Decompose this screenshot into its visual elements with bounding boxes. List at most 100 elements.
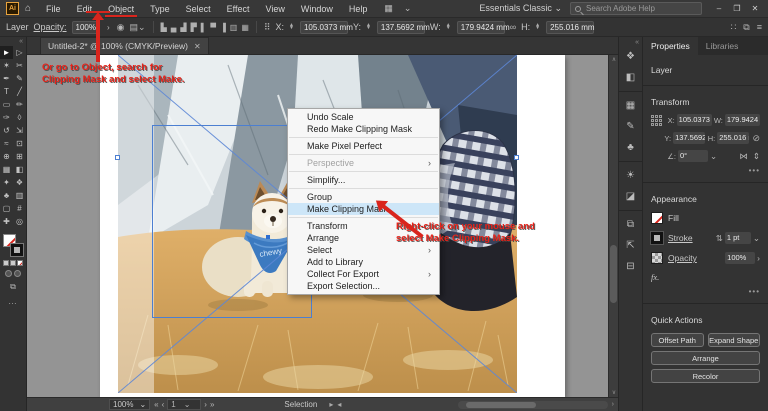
collapse-tools-icon[interactable]: « [16,37,26,46]
tab-libraries[interactable]: Libraries [698,37,747,55]
ctx-add-to-library[interactable]: Add to Library [288,256,439,268]
context-menu-item[interactable] [289,217,438,218]
draw-behind-icon[interactable] [14,270,21,277]
collapse-panels-icon[interactable]: « [635,39,642,46]
context-menu-item[interactable] [289,137,438,138]
presets-icon[interactable]: ▤⌄ [130,22,146,33]
opacity-swatch[interactable] [651,252,663,264]
recolor-button[interactable]: Recolor [651,369,760,383]
w-field[interactable]: 179.9424 mm [457,21,505,34]
none-button[interactable] [17,260,23,266]
zoom-level-dropdown[interactable]: 100% ⌄ [109,399,150,410]
shape-builder-tool[interactable]: ⊕ [0,150,13,163]
stroke-label[interactable]: Stroke [668,233,693,243]
workspace-switcher[interactable]: Essentials Classic ⌄ [479,3,562,14]
export-icon[interactable]: ⇱ [619,235,642,256]
context-menu-item[interactable] [289,154,438,155]
align-bottom-icon[interactable]: ▀ [210,23,216,32]
align-left-icon[interactable]: ▙ [161,23,167,32]
document-setup-icon[interactable]: ◉ [117,22,125,33]
distribute-left-icon[interactable]: ▐ [220,23,226,32]
home-icon[interactable]: ⌂ [25,3,31,14]
vertical-scrollbar[interactable]: ∧ ∨ [608,55,618,397]
first-artboard-button[interactable]: « [154,400,158,409]
offset-path-button[interactable]: Offset Path [651,333,704,347]
color-button[interactable] [3,260,9,266]
symbol-sprayer-tool[interactable]: ♣ [0,189,13,202]
share-icon[interactable]: ⧉ [743,22,749,33]
tab-properties[interactable]: Properties [643,37,698,55]
shaper-tool[interactable]: ✑ [0,111,13,124]
ctx-collect-for-export[interactable]: Collect For Export › [288,268,439,280]
flip-vertical-icon[interactable]: ⇕ [753,151,760,162]
y-field[interactable]: 137.5692 mm [673,132,705,144]
fill-swatch[interactable] [651,212,663,224]
stroke-color-swatch[interactable] [11,244,23,256]
eraser-tool[interactable]: ◊ [13,111,26,124]
chevron-down-icon[interactable]: ⌄ [753,233,760,244]
symbols-icon[interactable]: ♣ [619,137,642,158]
rotate-field[interactable]: 0° [678,150,708,162]
w-field[interactable]: 179.9424 mm [725,114,760,126]
menu-file[interactable]: File [39,2,68,16]
artboards-icon[interactable]: ⊟ [619,256,642,277]
reference-point-grid[interactable] [651,115,662,126]
artboard-tool[interactable]: ▢ [0,202,13,215]
selection-tool[interactable]: ► [0,46,13,59]
menu-effect[interactable]: Effect [220,2,257,16]
opacity-more-button[interactable]: › [757,253,760,263]
lasso-tool[interactable]: ✂ [13,59,26,72]
arrange-button[interactable]: Arrange [651,351,760,365]
panel-menu-icon[interactable]: ≡ [757,22,762,32]
y-stepper[interactable]: ▲▼ [366,24,371,30]
opacity-more-button[interactable]: › [105,23,112,32]
opacity-label[interactable]: Opacity: [34,22,67,32]
ctx-export-selection[interactable]: Export Selection... [288,280,439,292]
scroll-down-icon[interactable]: ∨ [609,389,619,396]
menu-type[interactable]: Type [143,2,177,16]
column-graph-tool[interactable]: ▥ [13,189,26,202]
scroll-up-icon[interactable]: ∧ [609,56,619,63]
reference-point-grid-icon[interactable]: ⠿ [264,22,271,33]
align-center-horizontal-icon[interactable]: ▄ [171,23,177,32]
search-box[interactable] [570,2,702,15]
eyedropper-tool[interactable]: ✦ [0,176,13,189]
magic-wand-tool[interactable]: ✶ [0,59,13,72]
pen-tool[interactable]: ✒ [0,72,13,85]
draw-normal-icon[interactable] [5,270,12,277]
scale-tool[interactable]: ⇲ [13,124,26,137]
flip-horizontal-icon[interactable]: ⋈ [739,151,748,162]
h-stepper[interactable]: ▲▼ [535,24,540,30]
stroke-stepper-icon[interactable]: ⇅ [716,233,723,244]
ctx-select[interactable]: Select › [288,244,439,256]
layers-icon[interactable]: ⧉ [619,210,642,235]
y-field[interactable]: 137.5692 mm [377,21,425,34]
brushes-icon[interactable]: ✎ [619,116,642,137]
status-back-icon[interactable]: ◂ [337,400,341,409]
canvas-area[interactable]: chewy [27,55,608,397]
direct-selection-tool[interactable]: ▷ [13,46,26,59]
x-stepper[interactable]: ▲▼ [289,24,294,30]
gradient-icon[interactable]: ◧ [619,67,642,88]
workspace-caret-icon[interactable]: ⌄ [404,3,413,14]
x-field[interactable]: 105.0373 mm [677,114,712,126]
transparency-icon[interactable]: ◪ [619,186,642,207]
horizontal-scrollbar[interactable] [458,401,608,409]
menu-help[interactable]: Help [342,2,375,16]
x-field[interactable]: 105.0373 mm [300,21,348,34]
last-artboard-button[interactable]: » [210,400,214,409]
restore-button[interactable]: ❐ [728,2,746,15]
opacity-field[interactable]: 100% [725,252,755,264]
close-tab-icon[interactable]: ✕ [194,42,201,51]
type-tool[interactable]: T [0,85,13,98]
selection-handle[interactable] [115,155,120,160]
menu-view[interactable]: View [258,2,291,16]
ctx-group[interactable]: Group [288,191,439,203]
edit-toolbar-icon[interactable]: … [8,296,18,306]
rotate-tool[interactable]: ↺ [0,124,13,137]
scroll-right-icon[interactable]: › [612,401,614,408]
free-transform-tool[interactable]: ⊡ [13,137,26,150]
previous-artboard-button[interactable]: ‹ [162,400,165,409]
ctx-perspective[interactable]: Perspective › [288,157,439,169]
h-field[interactable]: 255.016 mm [717,132,749,144]
